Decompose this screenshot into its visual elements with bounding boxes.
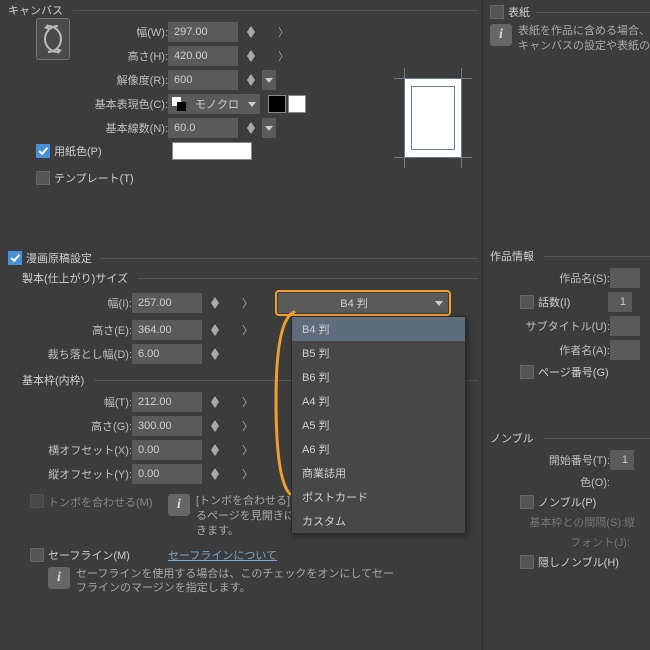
frame-height-input[interactable] <box>132 416 202 436</box>
preset-option[interactable]: A5 判 <box>292 413 465 437</box>
chevron-right-icon[interactable]: 〉 <box>278 24 289 40</box>
finish-width-input[interactable] <box>132 293 202 313</box>
author-input[interactable] <box>610 340 640 360</box>
tombo-checkbox[interactable] <box>30 494 44 508</box>
papercolor-checkbox[interactable] <box>36 144 50 158</box>
preset-dropdown-list[interactable]: B4 判B5 判B6 判A4 判A5 判A6 判商業誌用ポストカードカスタム <box>291 316 466 534</box>
cover-info: 表紙を作品に含める場合、キャンバスの設定や表紙の <box>518 24 650 54</box>
cover-checkbox[interactable] <box>490 5 504 19</box>
preset-option[interactable]: ポストカード <box>292 485 465 509</box>
subtitle-input[interactable] <box>610 316 640 336</box>
canvas-width-input[interactable] <box>168 22 238 42</box>
chevron-right-icon[interactable]: 〉 <box>242 418 253 434</box>
template-label: テンプレート(T) <box>54 170 134 186</box>
safeline-checkbox[interactable] <box>30 548 44 562</box>
frame-group-title: 基本枠(内枠) <box>22 372 84 388</box>
height-stepper[interactable] <box>244 46 258 66</box>
finish-preset-select[interactable]: B4 判 <box>278 293 448 313</box>
chevron-right-icon[interactable]: 〉 <box>242 295 253 311</box>
tombo-label: トンボを合わせる(M) <box>48 494 168 510</box>
info-icon: i <box>490 24 512 46</box>
swatch-black[interactable] <box>268 95 286 113</box>
finish-group-title: 製本(仕上がり)サイズ <box>22 270 128 286</box>
width-label: 幅(W): <box>68 24 168 40</box>
preset-option[interactable]: A4 判 <box>292 389 465 413</box>
chevron-right-icon[interactable]: 〉 <box>242 322 253 338</box>
safeline-link[interactable]: セーフラインについて <box>168 547 277 563</box>
bleed-input[interactable] <box>132 344 202 364</box>
nombre-checkbox[interactable] <box>520 495 534 509</box>
hidden-nombre-checkbox[interactable] <box>520 555 534 569</box>
canvas-title: キャンバス <box>8 2 63 18</box>
chevron-right-icon[interactable]: 〉 <box>242 442 253 458</box>
colormode-select[interactable]: モノクロ <box>168 94 260 114</box>
width-stepper[interactable] <box>244 22 258 42</box>
lines-input[interactable] <box>168 118 238 138</box>
nombre-start-input[interactable] <box>610 450 634 470</box>
papercolor-swatch[interactable] <box>172 142 252 160</box>
preset-option[interactable]: A6 判 <box>292 437 465 461</box>
papercolor-label: 用紙色(P) <box>54 143 172 159</box>
orientation-icon[interactable] <box>36 18 70 60</box>
height-label: 高さ(H): <box>68 48 168 64</box>
chevron-right-icon[interactable]: 〉 <box>242 466 253 482</box>
nombre-title: ノンブル <box>490 430 534 446</box>
lines-label: 基本線数(N): <box>68 120 168 136</box>
info-icon: i <box>48 567 70 589</box>
preset-option[interactable]: B6 判 <box>292 365 465 389</box>
offset-x-input[interactable] <box>132 440 202 460</box>
colormode-label: 基本表現色(C): <box>68 96 168 112</box>
lines-dropdown[interactable] <box>262 118 276 138</box>
manga-title: 漫画原稿設定 <box>26 250 92 266</box>
swatch-white[interactable] <box>288 95 306 113</box>
safeline-info: セーフラインを使用する場合は、このチェックをオンにしてセーフラインのマージンを指… <box>76 567 396 597</box>
finish-height-input[interactable] <box>132 320 202 340</box>
episodes-input[interactable] <box>608 292 632 312</box>
preset-option[interactable]: B5 判 <box>292 341 465 365</box>
preset-option[interactable]: カスタム <box>292 509 465 533</box>
info-icon: i <box>168 494 190 516</box>
work-title: 作品情報 <box>490 248 534 264</box>
cover-title: 表紙 <box>508 4 530 20</box>
canvas-height-input[interactable] <box>168 46 238 66</box>
preset-option[interactable]: B4 判 <box>292 317 465 341</box>
resolution-label: 解像度(R): <box>68 72 168 88</box>
resolution-input[interactable] <box>168 70 238 90</box>
offset-y-input[interactable] <box>132 464 202 484</box>
frame-width-input[interactable] <box>132 392 202 412</box>
resolution-dropdown[interactable] <box>262 70 276 90</box>
episodes-checkbox[interactable] <box>520 295 534 309</box>
chevron-right-icon[interactable]: 〉 <box>242 394 253 410</box>
pagenum-checkbox[interactable] <box>520 365 534 379</box>
safeline-label: セーフライン(M) <box>48 547 168 563</box>
chevron-right-icon[interactable]: 〉 <box>278 48 289 64</box>
template-checkbox[interactable] <box>36 171 50 185</box>
preset-option[interactable]: 商業誌用 <box>292 461 465 485</box>
manga-checkbox[interactable] <box>8 251 22 265</box>
work-name-input[interactable] <box>610 268 640 288</box>
